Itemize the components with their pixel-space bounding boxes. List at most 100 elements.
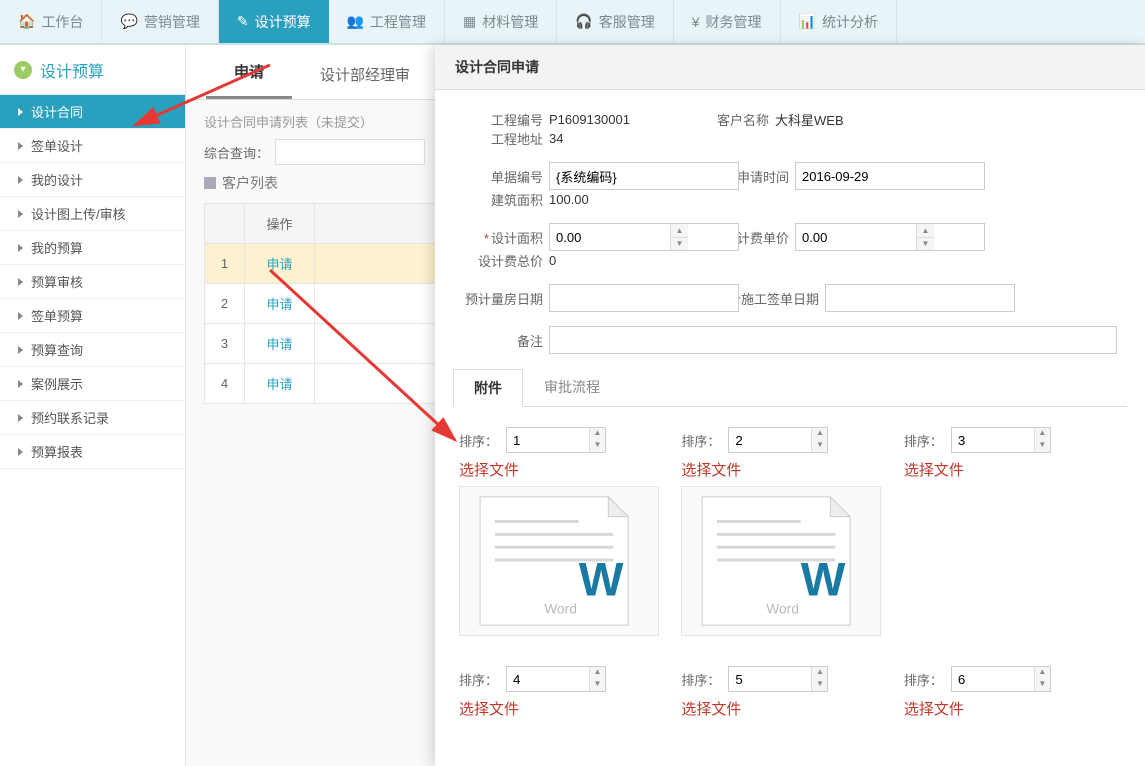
- attachment-slot: 排序：▲▼选择文件WWord: [453, 421, 675, 660]
- spinner-down[interactable]: ▼: [671, 238, 688, 251]
- tab-label: 材料管理: [482, 12, 538, 32]
- tab-finance[interactable]: ¥财务管理: [674, 0, 781, 43]
- sidebar-item-upload-review[interactable]: 设计图上传/审核: [0, 197, 185, 231]
- input-sign-date[interactable]: [825, 284, 1015, 312]
- value-area: 100.00: [549, 192, 669, 207]
- caret-icon: [18, 312, 23, 320]
- value-project-no: P1609130001: [549, 112, 669, 127]
- sidebar-item-my-budget[interactable]: 我的预算: [0, 231, 185, 265]
- query-label: 综合查询：: [204, 143, 269, 162]
- choose-file-link[interactable]: 选择文件: [459, 459, 669, 480]
- tab-analytics[interactable]: 📊统计分析: [781, 0, 897, 43]
- chat-icon: 💬: [120, 13, 137, 30]
- input-design-area[interactable]: [549, 223, 739, 251]
- caret-icon: [18, 346, 23, 354]
- choose-file-link[interactable]: 选择文件: [681, 459, 891, 480]
- sidebar-item-label: 预算查询: [31, 340, 83, 359]
- spinner-up[interactable]: ▲: [917, 224, 934, 238]
- list-icon: [204, 177, 216, 189]
- apply-link[interactable]: 申请: [266, 297, 292, 312]
- attachment-slot: 排序：▲▼选择文件WWord: [675, 421, 897, 660]
- cell-index: 1: [205, 244, 245, 284]
- input-remark[interactable]: [549, 326, 1117, 354]
- spinner-down[interactable]: ▼: [590, 679, 605, 691]
- detail-panel: 设计合同申请 工程编号P1609130001 客户名称大科星WEB 工程地址34…: [435, 45, 1145, 766]
- svg-text:Word: Word: [767, 600, 800, 616]
- label-area: 建筑面积: [453, 190, 543, 209]
- tab-service[interactable]: 🎧客服管理: [557, 0, 673, 43]
- caret-icon: [18, 278, 23, 286]
- choose-file-link[interactable]: 选择文件: [904, 698, 1114, 719]
- sidebar: ▾ 设计预算 设计合同 签单设计 我的设计 设计图上传/审核 我的预算 预算审核…: [0, 45, 186, 766]
- home-icon: 🏠: [18, 13, 35, 30]
- inner-tabs: 附件 审批流程: [453, 368, 1127, 407]
- inner-tab-approval[interactable]: 审批流程: [523, 368, 621, 406]
- attachment-slot: 排序：▲▼选择文件: [453, 660, 675, 749]
- users-icon: 👥: [347, 13, 364, 30]
- tab-material[interactable]: ▦ 材料管理: [445, 0, 557, 43]
- inner-tab-attachment[interactable]: 附件: [453, 369, 523, 407]
- query-input[interactable]: [275, 139, 425, 165]
- apply-link[interactable]: 申请: [266, 337, 292, 352]
- spinner-up[interactable]: ▲: [812, 667, 827, 679]
- sidebar-item-design-contract[interactable]: 设计合同: [0, 95, 185, 129]
- caret-icon: [18, 244, 23, 252]
- spinner-down[interactable]: ▼: [1035, 440, 1050, 452]
- tab-project[interactable]: 👥工程管理: [329, 0, 445, 43]
- sort-label: 排序：: [904, 431, 943, 450]
- tab-label: 客服管理: [599, 12, 655, 32]
- choose-file-link[interactable]: 选择文件: [459, 698, 669, 719]
- yen-icon: ¥: [692, 14, 700, 30]
- sidebar-item-contact-log[interactable]: 预约联系记录: [0, 401, 185, 435]
- label-total: 设计费总价: [453, 251, 543, 270]
- spinner-up[interactable]: ▲: [590, 667, 605, 679]
- label-measure-date: 预计量房日期: [453, 289, 543, 308]
- sidebar-item-label: 签单设计: [31, 136, 83, 155]
- spinner-down[interactable]: ▼: [812, 440, 827, 452]
- sidebar-item-sign-budget[interactable]: 签单预算: [0, 299, 185, 333]
- label-customer: 客户名称: [679, 110, 769, 129]
- grid-icon: ▦: [463, 13, 476, 30]
- spinner-up[interactable]: ▲: [1035, 667, 1050, 679]
- input-doc-no[interactable]: [549, 162, 739, 190]
- input-measure-date[interactable]: [549, 284, 739, 312]
- tab-workbench[interactable]: 🏠工作台: [0, 0, 102, 43]
- svg-text:W: W: [579, 554, 624, 607]
- choose-file-link[interactable]: 选择文件: [681, 698, 891, 719]
- spinner-up[interactable]: ▲: [1035, 428, 1050, 440]
- spinner-down[interactable]: ▼: [1035, 679, 1050, 691]
- main-tab-manager-review[interactable]: 设计部经理审: [292, 52, 438, 99]
- caret-icon: [18, 414, 23, 422]
- sidebar-item-label: 设计合同: [31, 102, 83, 121]
- caret-icon: [18, 142, 23, 150]
- spinner-down[interactable]: ▼: [590, 440, 605, 452]
- label-remark: 备注: [453, 331, 543, 350]
- tab-design-budget[interactable]: ✎设计预算: [219, 0, 329, 43]
- caret-icon: [18, 380, 23, 388]
- spinner-down[interactable]: ▼: [917, 238, 934, 251]
- sidebar-item-budget-query[interactable]: 预算查询: [0, 333, 185, 367]
- sidebar-item-budget-report[interactable]: 预算报表: [0, 435, 185, 469]
- caret-icon: [18, 448, 23, 456]
- label-project-no: 工程编号: [453, 110, 543, 129]
- sidebar-item-budget-review[interactable]: 预算审核: [0, 265, 185, 299]
- tab-marketing[interactable]: 💬营销管理: [102, 0, 218, 43]
- choose-file-link[interactable]: 选择文件: [904, 459, 1114, 480]
- input-unit-price[interactable]: [795, 223, 985, 251]
- sidebar-item-my-design[interactable]: 我的设计: [0, 163, 185, 197]
- attachment-slot: 排序：▲▼选择文件: [675, 660, 897, 749]
- spinner-up[interactable]: ▲: [590, 428, 605, 440]
- chevron-down-icon: ▾: [14, 61, 32, 79]
- sidebar-item-label: 预算报表: [31, 442, 83, 461]
- apply-link[interactable]: 申请: [266, 257, 292, 272]
- input-apply-date[interactable]: [795, 162, 985, 190]
- sidebar-item-case-show[interactable]: 案例展示: [0, 367, 185, 401]
- main-tab-apply[interactable]: 申请: [206, 49, 292, 99]
- spinner-down[interactable]: ▼: [812, 679, 827, 691]
- sidebar-item-label: 我的预算: [31, 238, 83, 257]
- spinner-up[interactable]: ▲: [812, 428, 827, 440]
- spinner-up[interactable]: ▲: [671, 224, 688, 238]
- apply-link[interactable]: 申请: [266, 377, 292, 392]
- sidebar-item-sign-design[interactable]: 签单设计: [0, 129, 185, 163]
- value-customer: 大科星WEB: [775, 110, 895, 129]
